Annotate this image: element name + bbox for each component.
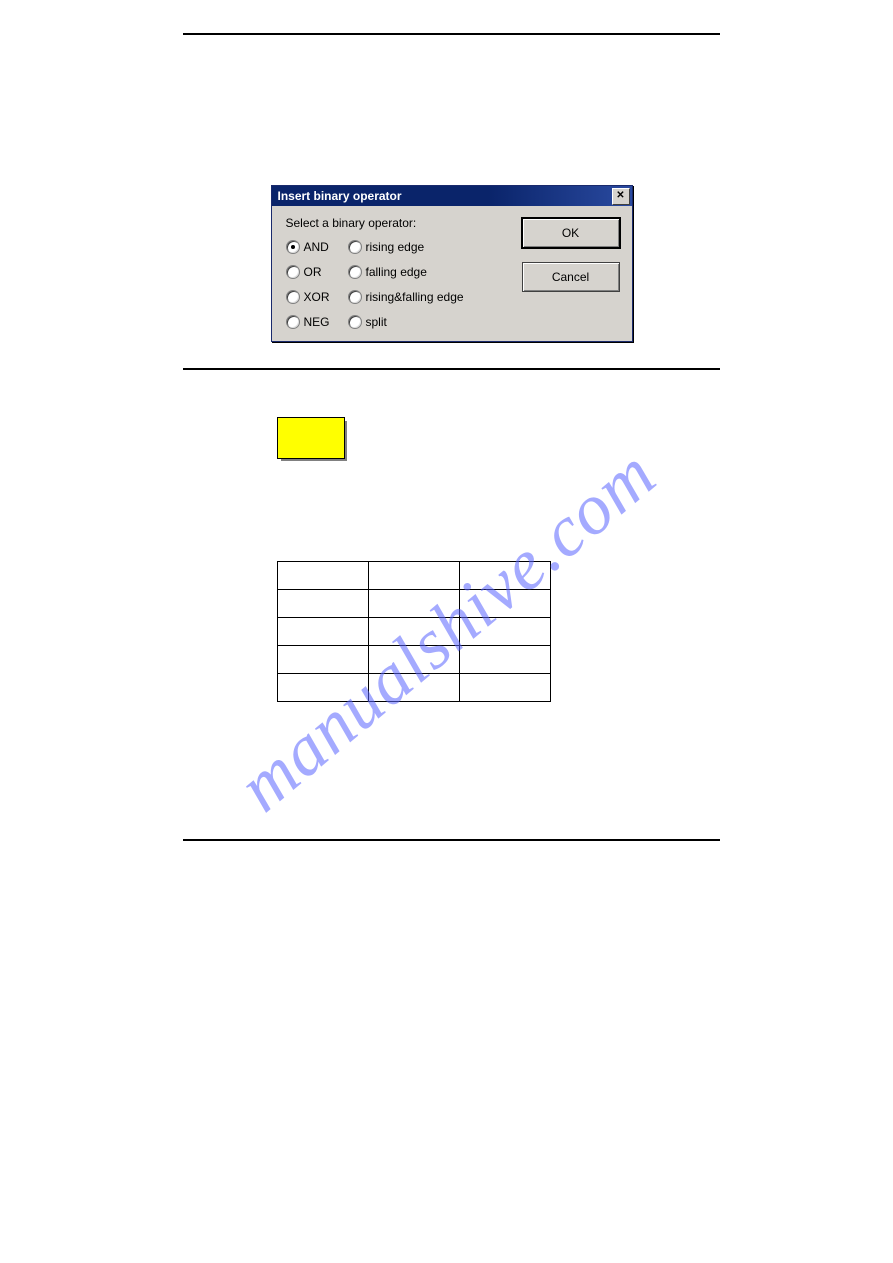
dialog-titlebar: Insert binary operator ✕ [272,186,632,206]
radio-and[interactable]: AND [286,240,348,254]
dialog-body: Select a binary operator: AND rising edg… [272,206,632,341]
swatch-shadow [277,417,343,457]
cell [278,646,369,674]
radio-label: AND [304,240,329,254]
cancel-button[interactable]: Cancel [522,262,620,292]
radio-icon [348,290,362,304]
cell [460,590,551,618]
close-button[interactable]: ✕ [612,188,630,205]
cell [369,646,460,674]
radio-label: NEG [304,315,330,329]
radio-group: Select a binary operator: AND rising edg… [286,216,506,329]
dialog-container: Insert binary operator ✕ Select a binary… [183,185,720,342]
radio-icon [348,315,362,329]
cell [369,590,460,618]
table-row [278,646,551,674]
radio-falling-edge[interactable]: falling edge [348,265,506,279]
radio-icon [348,240,362,254]
table-row [278,562,551,590]
dialog-buttons: OK Cancel [522,216,620,329]
cell [369,562,460,590]
cell [460,618,551,646]
radio-label: OR [304,265,322,279]
cell [460,562,551,590]
table-row [278,618,551,646]
radio-icon [286,240,300,254]
radio-label: falling edge [366,265,427,279]
radio-prompt: Select a binary operator: [286,216,506,230]
close-icon: ✕ [616,191,624,201]
radio-icon [286,290,300,304]
radio-grid: AND rising edge OR [286,240,506,329]
radio-label: split [366,315,387,329]
radio-icon [286,315,300,329]
radio-rising-falling-edge[interactable]: rising&falling edge [348,290,506,304]
table-row [278,674,551,702]
cell [369,618,460,646]
cell [278,590,369,618]
table-row [278,590,551,618]
divider-top [183,33,720,35]
radio-or[interactable]: OR [286,265,348,279]
radio-label: XOR [304,290,330,304]
color-swatch-container [277,417,720,457]
cell [460,646,551,674]
radio-rising-edge[interactable]: rising edge [348,240,506,254]
divider-bottom [183,839,720,841]
cell [278,674,369,702]
cell [278,562,369,590]
content-area: Insert binary operator ✕ Select a binary… [183,33,720,841]
divider-middle [183,368,720,370]
cell [278,618,369,646]
radio-neg[interactable]: NEG [286,315,348,329]
insert-binary-operator-dialog: Insert binary operator ✕ Select a binary… [271,185,633,342]
cell [369,674,460,702]
cancel-label: Cancel [552,270,589,284]
ok-button[interactable]: OK [522,218,620,248]
color-swatch [277,417,345,459]
radio-icon [286,265,300,279]
dialog-title: Insert binary operator [278,189,402,203]
empty-table [277,561,551,702]
radio-label: rising&falling edge [366,290,464,304]
radio-icon [348,265,362,279]
radio-split[interactable]: split [348,315,506,329]
ok-label: OK [562,226,579,240]
radio-label: rising edge [366,240,425,254]
radio-xor[interactable]: XOR [286,290,348,304]
cell [460,674,551,702]
